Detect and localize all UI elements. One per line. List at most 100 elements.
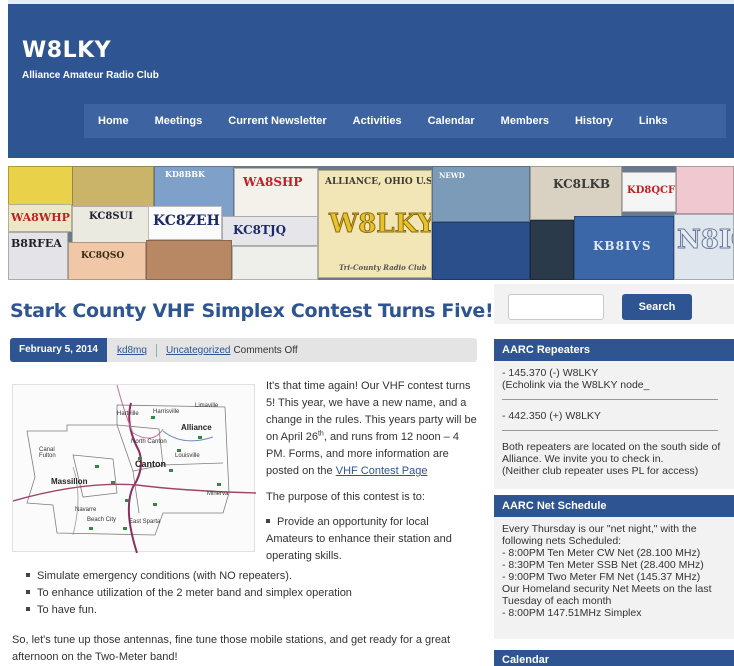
- net-line: - 8:00PM 147.51MHz Simplex: [502, 607, 642, 619]
- qsl-city: ALLIANCE, OHIO U.S.A.: [325, 177, 432, 187]
- qsl-card: KD8QCF: [622, 172, 676, 212]
- list-item: Simulate emergency conditions (with NO r…: [26, 568, 352, 585]
- post-meta-bar: February 5, 2014 kd8mq Uncategorized Com…: [10, 338, 477, 362]
- repeater-line: - 442.350 (+) W8LKY: [502, 410, 601, 422]
- repeater-line: (Neither club repeater uses PL for acces…: [502, 465, 699, 477]
- qsl-card: [432, 222, 530, 280]
- net-line: - 9:00PM Two Meter FM Net (145.37 MHz): [502, 571, 701, 583]
- bullet-icon: [26, 607, 30, 612]
- bullet-icon: [26, 590, 30, 595]
- map-city-navarre: Navarre: [75, 507, 97, 513]
- net-schedule-heading: AARC Net Schedule: [494, 495, 734, 517]
- map-city-louisville: Louisville: [175, 453, 200, 459]
- nav-home[interactable]: Home: [98, 115, 129, 127]
- post-closing: So, let's tune up those antennas, fine t…: [12, 634, 451, 663]
- qsl-callsign: KC8QSO: [81, 251, 125, 261]
- qsl-card: ALLIANCE, OHIO U.S.A. W8LKY Tri-County R…: [318, 170, 432, 278]
- bullet-icon: [26, 573, 30, 578]
- map-city-canton: Canton: [135, 459, 166, 469]
- qsl-card: KC8SUI: [72, 206, 150, 246]
- purpose-list: Simulate emergency conditions (with NO r…: [26, 568, 352, 619]
- qsl-callsign: KD8QCF: [627, 185, 676, 196]
- map-city-harrisville: Harrisville: [153, 409, 180, 415]
- site-header: W8LKY Alliance Amateur Radio Club Home M…: [8, 0, 734, 158]
- search-button[interactable]: Search: [622, 294, 692, 320]
- repeater-line: Alliance. We invite you to check in.: [502, 453, 664, 465]
- qsl-card: KB8IVS: [574, 216, 674, 280]
- list-item: To enhance utilization of the 2 meter ba…: [26, 585, 352, 602]
- qsl-card: KC8QSO: [68, 242, 146, 280]
- repeater-line: - 145.370 (-) W8LKY: [502, 367, 599, 379]
- qsl-card: [146, 240, 232, 280]
- post-title[interactable]: Stark County VHF Simplex Contest Turns F…: [10, 300, 494, 322]
- qsl-card: KC8ZEH: [148, 206, 222, 240]
- post-author-link[interactable]: kd8mq: [117, 345, 147, 356]
- qsl-card: KC8LKB: [530, 166, 622, 220]
- bullet-icon: [266, 519, 270, 524]
- sidebar: Search AARC Repeaters - 145.370 (-) W8LK…: [490, 280, 734, 666]
- divider: [502, 430, 718, 431]
- qsl-callsign: WA8SHP: [243, 175, 303, 189]
- net-line: Tuesday of each month: [502, 595, 612, 607]
- map-city-minerva: Minerva: [207, 491, 229, 497]
- net-line: following nets Scheduled:: [502, 535, 622, 547]
- qsl-card: B8RFEA: [8, 232, 68, 280]
- site-tagline: Alliance Amateur Radio Club: [22, 70, 159, 81]
- map-city-alliance: Alliance: [181, 423, 212, 432]
- repeater-line: Both repeaters are located on the south …: [502, 441, 721, 453]
- net-line: Every Thursday is our "net night," with …: [502, 523, 697, 535]
- qsl-card: WA8WHP: [8, 204, 72, 232]
- qsl-club: Tri-County Radio Club: [339, 263, 427, 272]
- meta-divider: [155, 343, 157, 357]
- qsl-card: [676, 166, 734, 214]
- qsl-callsign: KC8LKB: [553, 177, 611, 191]
- map-city-north-canton: North Canton: [131, 439, 167, 445]
- qsl-callsign-main: W8LKY: [328, 209, 432, 240]
- qsl-card: [232, 246, 318, 280]
- search-input[interactable]: [508, 294, 604, 320]
- post-category-link[interactable]: Uncategorized: [166, 345, 230, 356]
- net-line: - 8:30PM Ten Meter SSB Net (28.400 MHz): [502, 559, 704, 571]
- qsl-callsign: KC8TJQ: [233, 223, 287, 237]
- map-city-limaville: Limaville: [195, 403, 219, 409]
- qsl-callsign: WA8WHP: [11, 211, 70, 224]
- repeaters-heading: AARC Repeaters: [494, 339, 734, 361]
- post-date: February 5, 2014: [10, 338, 107, 362]
- list-item: To have fun.: [26, 602, 352, 619]
- divider: [502, 399, 718, 400]
- nav-current-newsletter[interactable]: Current Newsletter: [228, 115, 326, 127]
- qsl-callsign: NEWD: [439, 171, 465, 180]
- net-line: Our Homeland security Net Meets on the l…: [502, 583, 712, 595]
- nav-activities[interactable]: Activities: [353, 115, 402, 127]
- post-intro: It's that time again! Our VHF contest tu…: [266, 378, 478, 480]
- qsl-card: [8, 166, 78, 206]
- repeater-line: (Echolink via the W8LKY node_: [502, 379, 650, 391]
- nav-meetings[interactable]: Meetings: [155, 115, 203, 127]
- nav-calendar[interactable]: Calendar: [428, 115, 475, 127]
- vhf-contest-page-link[interactable]: VHF Contest Page: [336, 465, 428, 477]
- qsl-callsign: KD8BBK: [165, 169, 205, 179]
- qsl-card: [530, 220, 574, 280]
- nav-members[interactable]: Members: [501, 115, 549, 127]
- post-purpose: The purpose of this contest is to:: [266, 491, 425, 503]
- net-schedule-body: Every Thursday is our "net night," with …: [494, 517, 734, 639]
- search-widget: Search: [494, 284, 734, 324]
- qsl-callsign: KC8SUI: [89, 211, 133, 222]
- qsl-card: N8IG: [674, 214, 734, 280]
- net-line: - 8:00PM Ten Meter CW Net (28.100 MHz): [502, 547, 701, 559]
- qsl-card: NEWD: [432, 166, 530, 222]
- contest-area-map[interactable]: Harrisville Alliance North Canton Canton…: [12, 384, 257, 554]
- qsl-callsign: B8RFEA: [11, 237, 62, 250]
- nav-links[interactable]: Links: [639, 115, 668, 127]
- map-city-canal-fulton: Canal Fulton: [39, 447, 56, 459]
- map-city-hartville: Hartville: [117, 411, 139, 417]
- main-nav: Home Meetings Current Newsletter Activit…: [84, 104, 726, 138]
- calendar-heading: Calendar: [494, 650, 734, 666]
- map-city-massillon: Massillon: [51, 477, 88, 486]
- site-title[interactable]: W8LKY: [22, 38, 111, 63]
- repeaters-body: - 145.370 (-) W8LKY (Echolink via the W8…: [494, 361, 734, 489]
- nav-history[interactable]: History: [575, 115, 613, 127]
- qsl-card: KC8TJQ: [222, 216, 318, 246]
- list-item: Provide an opportunity for local Amateur…: [266, 516, 452, 562]
- qsl-callsign: KB8IVS: [593, 239, 652, 253]
